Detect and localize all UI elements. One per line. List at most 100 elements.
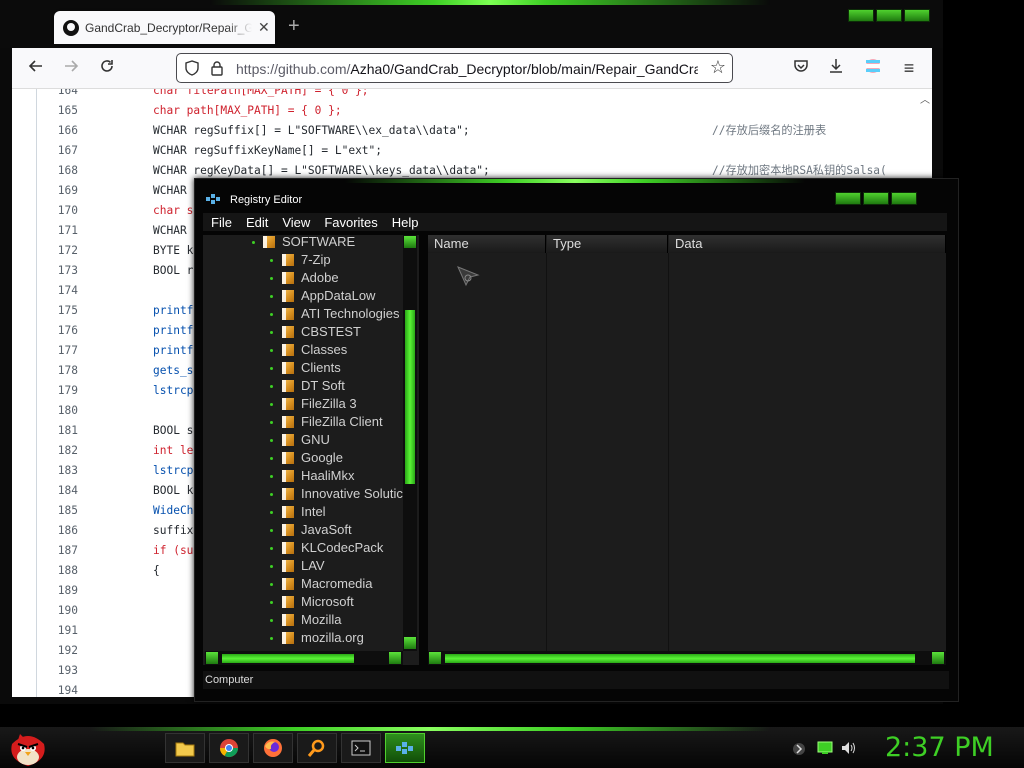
line-number[interactable]: 179 — [40, 381, 78, 401]
column-data[interactable]: Data — [669, 235, 946, 253]
expand-dot-icon[interactable] — [270, 331, 273, 334]
tree-item-key[interactable]: FileZilla 3 — [282, 395, 357, 413]
maximize-button[interactable] — [863, 192, 889, 205]
tree-item-key[interactable]: Innovative Solutic — [282, 485, 403, 503]
line-number[interactable]: 171 — [40, 221, 78, 241]
file-explorer-taskbar-button[interactable] — [165, 733, 205, 763]
line-number[interactable]: 176 — [40, 321, 78, 341]
values-list[interactable]: Name Type Data — [428, 235, 946, 651]
line-number[interactable]: 169 — [40, 181, 78, 201]
tree-vertical-scrollbar[interactable] — [403, 235, 417, 651]
scroll-thumb[interactable] — [405, 310, 415, 484]
line-number[interactable]: 180 — [40, 401, 78, 421]
browser-tab[interactable]: GandCrab_Decryptor/Repair_GandCrab ✕ — [54, 11, 275, 44]
key-tree[interactable]: SOFTWARE 7-Zip Adobe AppDataLow ATI Technolo… — [203, 235, 419, 665]
expand-dot-icon[interactable] — [270, 457, 273, 460]
line-number[interactable]: 191 — [40, 621, 78, 641]
line-number[interactable]: 170 — [40, 201, 78, 221]
expand-dot-icon[interactable] — [270, 277, 273, 280]
expand-dot-icon[interactable] — [270, 421, 273, 424]
line-number[interactable]: 166 — [40, 121, 78, 141]
tree-horizontal-scrollbar[interactable] — [205, 651, 403, 665]
line-number[interactable]: 164 — [40, 89, 78, 101]
tree-item-key[interactable]: JavaSoft — [282, 521, 352, 539]
line-number[interactable]: 193 — [40, 661, 78, 681]
menu-favorites[interactable]: Favorites — [324, 215, 377, 230]
menu-file[interactable]: File — [211, 215, 232, 230]
tree-item-key[interactable]: HaaliMkx — [282, 467, 354, 485]
chrome-taskbar-button[interactable] — [209, 733, 249, 763]
scroll-down-button[interactable] — [404, 637, 416, 649]
scroll-right-button[interactable] — [932, 652, 944, 664]
line-number[interactable]: 192 — [40, 641, 78, 661]
window-controls[interactable] — [835, 192, 917, 205]
line-number[interactable]: 194 — [40, 681, 78, 697]
expand-dot-icon[interactable] — [270, 547, 273, 550]
line-number[interactable]: 173 — [40, 261, 78, 281]
tree-item-key[interactable]: Clients — [282, 359, 341, 377]
scroll-up-button[interactable] — [404, 236, 416, 248]
line-number[interactable]: 186 — [40, 521, 78, 541]
tree-item-key[interactable]: Classes — [282, 341, 347, 359]
tree-item-key[interactable]: Intel — [282, 503, 326, 521]
tree-item-key[interactable]: Macromedia — [282, 575, 373, 593]
line-number[interactable]: 174 — [40, 281, 78, 301]
line-number[interactable]: 172 — [40, 241, 78, 261]
expand-dot-icon[interactable] — [270, 619, 273, 622]
line-number[interactable]: 189 — [40, 581, 78, 601]
lock-icon[interactable] — [209, 60, 225, 76]
expand-dot-icon[interactable] — [270, 367, 273, 370]
column-type[interactable]: Type — [547, 235, 668, 253]
expand-dot-icon[interactable] — [252, 241, 255, 244]
search-taskbar-button[interactable] — [297, 733, 337, 763]
expand-dot-icon[interactable] — [270, 439, 273, 442]
expand-dot-icon[interactable] — [270, 529, 273, 532]
menu-edit[interactable]: Edit — [246, 215, 268, 230]
expand-dot-icon[interactable] — [270, 511, 273, 514]
menu-icon[interactable]: ≡ — [898, 57, 920, 79]
line-number[interactable]: 165 — [40, 101, 78, 121]
scroll-left-button[interactable] — [206, 652, 218, 664]
tree-item-key[interactable]: DT Soft — [282, 377, 345, 395]
column-name[interactable]: Name — [428, 235, 546, 253]
reload-icon[interactable] — [96, 57, 118, 79]
menu-view[interactable]: View — [282, 215, 310, 230]
volume-icon[interactable] — [841, 741, 857, 755]
close-button[interactable] — [904, 9, 930, 22]
expand-dot-icon[interactable] — [270, 583, 273, 586]
tree-item-key[interactable]: AppDataLow — [282, 287, 375, 305]
firefox-taskbar-button[interactable] — [253, 733, 293, 763]
expand-dot-icon[interactable] — [270, 637, 273, 640]
taskbar-clock[interactable]: 2:37 PM — [885, 732, 994, 763]
minimize-button[interactable] — [835, 192, 861, 205]
scroll-thumb[interactable] — [445, 654, 915, 663]
window-controls[interactable] — [848, 9, 930, 22]
line-number[interactable]: 175 — [40, 301, 78, 321]
tree-item-key[interactable]: Microsoft — [282, 593, 354, 611]
line-number[interactable]: 184 — [40, 481, 78, 501]
tree-item-key[interactable]: GNU — [282, 431, 330, 449]
minimize-button[interactable] — [848, 9, 874, 22]
line-number[interactable]: 185 — [40, 501, 78, 521]
address-bar[interactable]: https://github.com/Azha0/GandCrab_Decryp… — [176, 53, 733, 83]
line-number[interactable]: 188 — [40, 561, 78, 581]
line-number[interactable]: 177 — [40, 341, 78, 361]
tree-item-key[interactable]: FileZilla Client — [282, 413, 383, 431]
tray-app-icon[interactable] — [792, 742, 806, 756]
tree-item-key[interactable]: 7-Zip — [282, 251, 331, 269]
bookmark-star-icon[interactable]: ☆ — [710, 57, 726, 78]
tree-item-key[interactable]: KLCodecPack — [282, 539, 383, 557]
close-button[interactable] — [891, 192, 917, 205]
list-horizontal-scrollbar[interactable] — [428, 651, 946, 665]
back-icon[interactable] — [25, 57, 47, 79]
tree-item-software[interactable]: SOFTWARE — [263, 235, 355, 251]
tree-item-key[interactable]: CBSTEST — [282, 323, 361, 341]
expand-dot-icon[interactable] — [270, 295, 273, 298]
line-number[interactable]: 181 — [40, 421, 78, 441]
line-number[interactable]: 182 — [40, 441, 78, 461]
regedit-taskbar-button[interactable] — [385, 733, 425, 763]
expand-dot-icon[interactable] — [270, 601, 273, 604]
maximize-button[interactable] — [876, 9, 902, 22]
scroll-thumb[interactable] — [222, 654, 354, 663]
line-number[interactable]: 190 — [40, 601, 78, 621]
